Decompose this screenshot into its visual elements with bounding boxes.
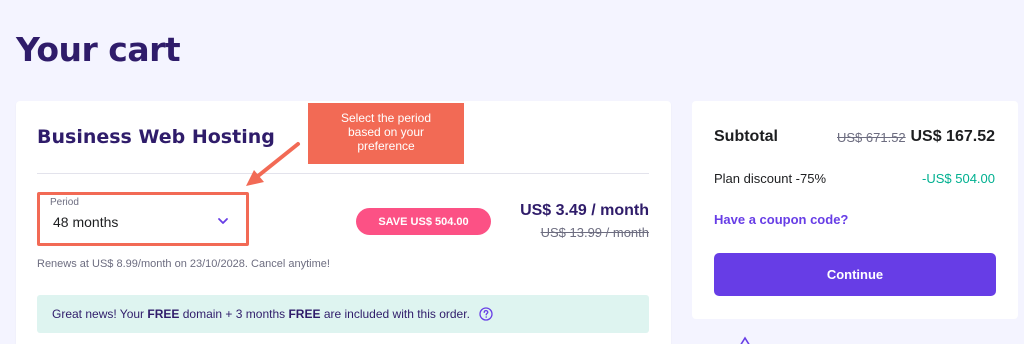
annotation-arrow-icon xyxy=(246,142,300,186)
partial-icon xyxy=(740,336,750,344)
banner-text: Great news! Your FREE domain + 3 months … xyxy=(52,307,470,321)
divider xyxy=(37,173,649,174)
subtotal-amount: US$ 167.52 xyxy=(910,128,995,145)
monthly-price: US$ 3.49 / month xyxy=(520,202,649,219)
period-value: 48 months xyxy=(53,214,119,230)
subtotal-original: US$ 671.52 xyxy=(837,130,906,145)
continue-button[interactable]: Continue xyxy=(714,253,996,296)
annotation-tooltip: Select the period based on your preferen… xyxy=(308,103,464,164)
page-title: Your cart xyxy=(16,30,181,69)
original-price: US$ 13.99 / month xyxy=(540,225,649,240)
period-select[interactable]: Period 48 months xyxy=(37,192,249,246)
renewal-note: Renews at US$ 8.99/month on 23/10/2028. … xyxy=(37,258,330,270)
chevron-down-icon xyxy=(218,218,228,224)
save-badge: SAVE US$ 504.00 xyxy=(356,208,491,235)
free-domain-banner: Great news! Your FREE domain + 3 months … xyxy=(37,295,649,333)
subtotal-label: Subtotal xyxy=(714,128,778,145)
order-summary-card: Subtotal US$ 671.52 US$ 167.52 Plan disc… xyxy=(692,101,1018,319)
discount-amount: -US$ 504.00 xyxy=(922,171,995,186)
help-circle-icon[interactable] xyxy=(479,307,493,321)
coupon-link[interactable]: Have a coupon code? xyxy=(714,212,848,227)
discount-label: Plan discount -75% xyxy=(714,171,827,186)
period-label: Period xyxy=(50,197,79,208)
